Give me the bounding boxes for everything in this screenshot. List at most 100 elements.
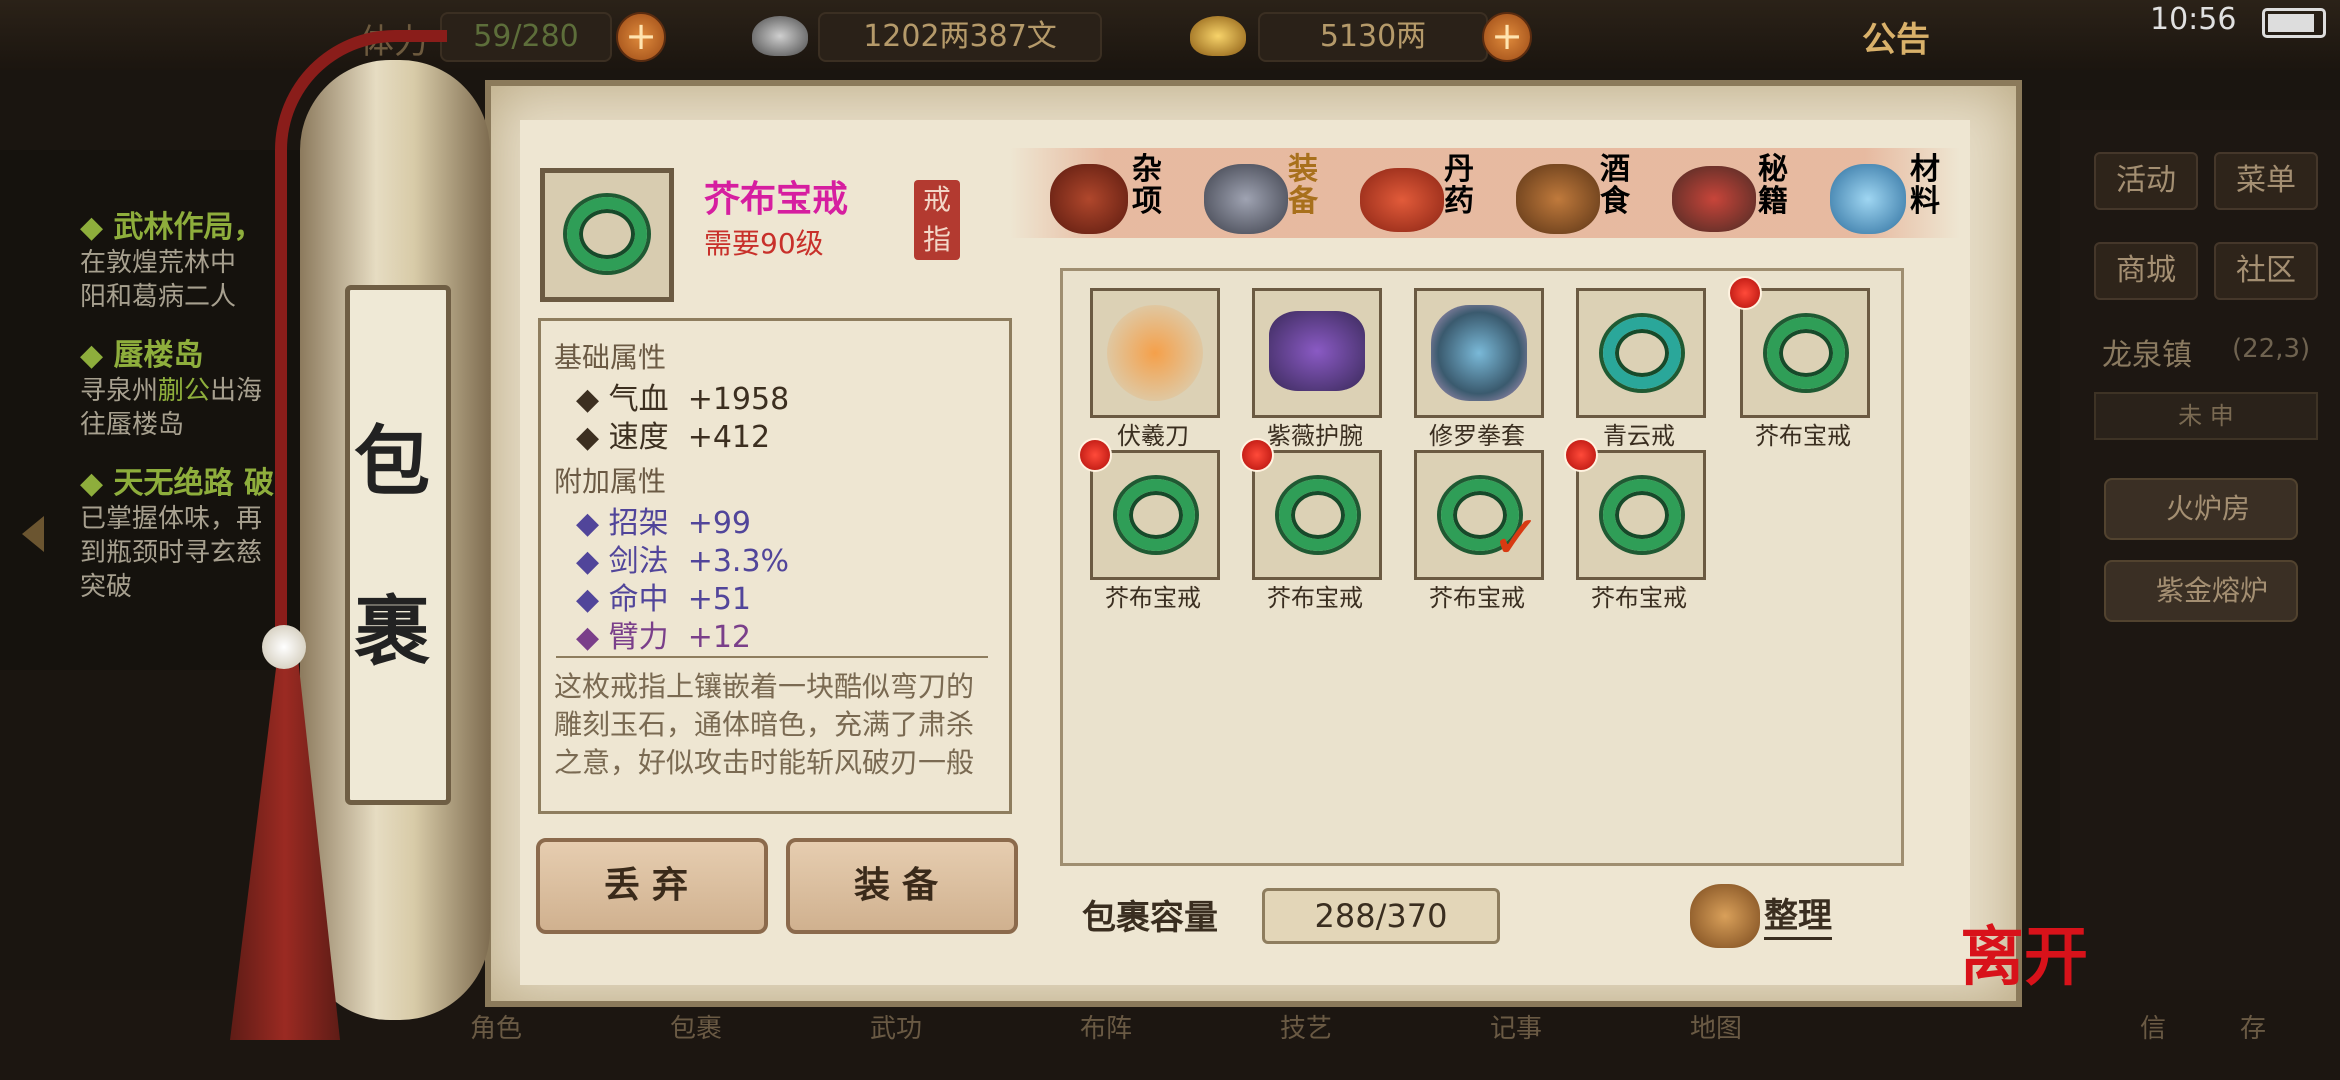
tab-pills[interactable]: 丹药	[1356, 150, 1486, 240]
add-gold-button[interactable]: +	[1482, 12, 1532, 62]
new-item-dot	[1564, 438, 1598, 472]
quest-title: 蜃楼岛	[113, 338, 204, 373]
diamond-icon: ◆	[80, 466, 114, 501]
inventory-slot[interactable]	[1740, 288, 1870, 418]
slot-label: 芥布宝戒	[1267, 584, 1363, 612]
location-coords: (22,3)	[2232, 334, 2311, 364]
slot-label: 芥布宝戒	[1429, 584, 1525, 612]
attr-name: 速度	[608, 420, 669, 455]
tassel-bead	[262, 625, 306, 669]
time-dial: 未 申	[2094, 392, 2318, 440]
nav-character[interactable]: 角色	[470, 1008, 522, 1045]
ring-icon	[1767, 317, 1845, 389]
food-icon	[1516, 164, 1600, 234]
book-icon	[1672, 166, 1756, 232]
inventory-slot-selected[interactable]: ✓	[1414, 450, 1544, 580]
attr-divider	[556, 656, 988, 658]
inventory-slot[interactable]	[1576, 288, 1706, 418]
inventory-slot[interactable]	[1576, 450, 1706, 580]
clock: 10:56	[2150, 2, 2237, 37]
equipment-icon	[1204, 164, 1288, 234]
tab-label: 酒食	[1600, 152, 1630, 219]
item-description: 这枚戒指上镶嵌着一块酷似弯刀的雕刻玉石，通体暗色，充满了肃杀之意，好似攻击时能斩…	[554, 670, 975, 779]
slot-label: 芥布宝戒	[1105, 584, 1201, 612]
tab-label: 杂项	[1132, 152, 1162, 219]
base-attr-header: 基础属性	[554, 341, 667, 374]
side-item-label: 火炉房	[2166, 492, 2251, 525]
nav-skills[interactable]: 技艺	[1280, 1008, 1332, 1045]
gold-ingot-icon	[1190, 16, 1246, 56]
shop-button[interactable]: 商城	[2094, 242, 2198, 300]
nav-formation[interactable]: 布阵	[1080, 1008, 1132, 1045]
tab-food[interactable]: 酒食	[1512, 150, 1642, 240]
sort-button[interactable]: 整理	[1764, 888, 1832, 940]
inventory-slot[interactable]	[1252, 288, 1382, 418]
quest-text: 出海	[210, 376, 263, 406]
gauntlet-icon	[1431, 305, 1527, 401]
tab-misc[interactable]: 杂项	[1046, 150, 1176, 240]
furnace-room-item[interactable]: 火炉房	[2104, 478, 2298, 540]
slot-label: 修罗拳套	[1429, 422, 1525, 450]
crystal-icon	[1830, 164, 1906, 234]
slot-label: 芥布宝戒	[1591, 584, 1687, 612]
add-stamina-button[interactable]: +	[616, 12, 666, 62]
attr-name: 臂力	[608, 620, 669, 655]
diamond-icon: ◆	[80, 210, 114, 245]
scroll-title-char: 裹	[354, 587, 430, 676]
ring-icon	[1603, 479, 1681, 551]
tab-manuals[interactable]: 秘籍	[1668, 150, 1798, 240]
slot-label: 芥布宝戒	[1755, 422, 1851, 450]
inventory-slot[interactable]	[1252, 450, 1382, 580]
leave-button[interactable]: 离开	[1960, 906, 2088, 998]
capacity-value: 288/370	[1262, 888, 1500, 944]
location-name: 龙泉镇	[2102, 338, 2192, 373]
menu-button[interactable]: 菜单	[2214, 152, 2318, 210]
quest-title: 武林作局，	[113, 210, 264, 245]
side-item-label: 紫金熔炉	[2156, 574, 2269, 607]
new-item-dot	[1240, 438, 1274, 472]
nav-storage[interactable]: 存	[2240, 1008, 2266, 1045]
inventory-slot[interactable]	[1414, 288, 1544, 418]
checkmark-icon: ✓	[1491, 503, 1542, 573]
extra-attr-header: 附加属性	[554, 465, 667, 498]
blade-icon	[1107, 305, 1203, 401]
quest-title: 天无绝路 破	[113, 466, 274, 501]
tab-label: 材料	[1910, 152, 1940, 219]
tab-equipment[interactable]: 装备	[1200, 150, 1330, 240]
purple-gold-furnace-item[interactable]: 紫金熔炉	[2104, 560, 2298, 622]
inventory-slot[interactable]	[1090, 450, 1220, 580]
community-button[interactable]: 社区	[2214, 242, 2318, 300]
equip-button[interactable]: 装备	[786, 838, 1018, 934]
money-bag-icon[interactable]	[1690, 884, 1760, 948]
attr-value: +412	[687, 420, 771, 455]
tab-label: 装备	[1288, 152, 1318, 219]
item-type-seal: 戒指	[914, 180, 960, 260]
gold-amount: 5130两	[1258, 12, 1488, 62]
new-item-dot	[1078, 438, 1112, 472]
nav-martial-arts[interactable]: 武功	[870, 1008, 922, 1045]
nav-mail[interactable]: 信	[2140, 1008, 2166, 1045]
quest-npc-link[interactable]: 蒯公	[158, 376, 210, 406]
nav-journal[interactable]: 记事	[1490, 1008, 1542, 1045]
ring-icon	[1603, 317, 1681, 389]
diamond-icon: ◆	[80, 338, 114, 373]
nav-bag[interactable]: 包裹	[670, 1008, 722, 1045]
activity-button[interactable]: 活动	[2094, 152, 2198, 210]
battery-icon	[2262, 8, 2326, 38]
attr-value: +12	[687, 620, 751, 655]
jar-icon	[1050, 164, 1128, 234]
ring-icon	[1279, 479, 1357, 551]
notice-button[interactable]: 公告	[1862, 12, 1930, 61]
scroll-title-panel	[345, 285, 451, 805]
tab-label: 丹药	[1444, 152, 1474, 219]
tab-materials[interactable]: 材料	[1826, 150, 1956, 240]
discard-button[interactable]: 丢弃	[536, 838, 768, 934]
pills-icon	[1360, 168, 1444, 232]
ring-icon	[1117, 479, 1195, 551]
attr-row: ◆ 速度 +412	[576, 420, 771, 455]
inventory-slot[interactable]	[1090, 288, 1220, 418]
item-name: 芥布宝戒	[704, 179, 849, 220]
scroll-title-char: 包	[354, 417, 430, 506]
nav-map[interactable]: 地图	[1690, 1008, 1742, 1045]
collapse-arrow-icon[interactable]	[22, 516, 44, 552]
